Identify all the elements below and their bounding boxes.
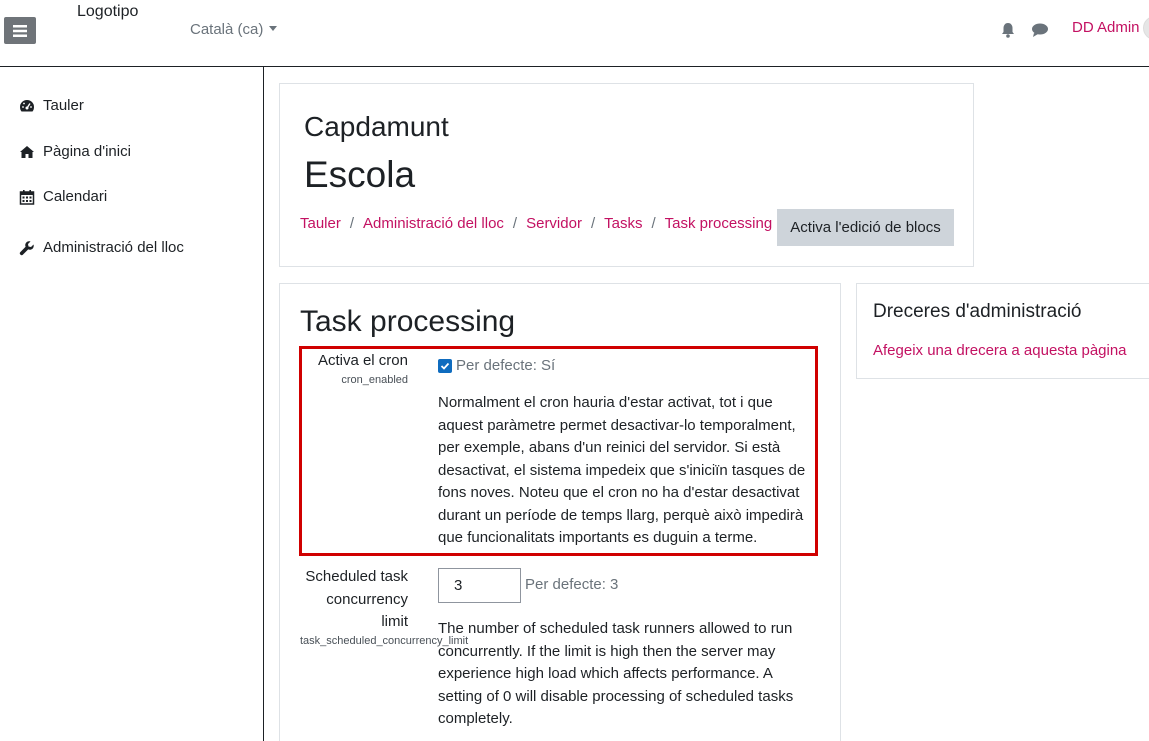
dashboard-icon [19, 99, 35, 111]
label-line: concurrency [326, 590, 408, 608]
page-header: Capdamunt Escola Tauler / Administració … [279, 83, 974, 267]
sidebar-item-calendar[interactable]: Calendari [19, 188, 107, 205]
drawer-toggle-button[interactable] [4, 17, 36, 44]
breadcrumb-separator: / [651, 215, 656, 232]
sidebar-item-tauler[interactable]: Tauler [19, 97, 84, 114]
description-line: Normalment el cron hauria d'estar activa… [438, 394, 773, 411]
label-line: Scheduled task [305, 568, 408, 585]
breadcrumb-item-task-processing[interactable]: Task processing [665, 215, 773, 232]
description-line: setting of 0 will disable processing of … [438, 687, 794, 705]
page-title: Task processing [300, 305, 516, 338]
sidebar-item-home[interactable]: Pàgina d'inici [19, 143, 131, 160]
breadcrumb-separator: / [349, 215, 355, 232]
add-shortcut-link[interactable]: Afegeix una drecera a aquesta pàgina [873, 342, 1127, 359]
description-line: aquest paràmetre permet desactivar-lo te… [438, 416, 796, 434]
concurrency-limit-input[interactable] [438, 568, 521, 603]
sidebar-item-label: Tauler [43, 97, 84, 114]
sidebar-item-label: Calendari [43, 188, 108, 205]
site-full-name: Escola [304, 154, 416, 195]
wrench-icon [19, 240, 34, 255]
description-line: completely. [438, 710, 513, 727]
edit-blocks-button[interactable]: Activa l'edició de blocs [777, 209, 954, 246]
breadcrumb: Tauler / Administració del lloc / Servid… [300, 215, 772, 232]
breadcrumb-item-tasks[interactable]: Tasks [604, 215, 642, 232]
cron-enabled-description: Normalment el cron hauria d'estar activa… [438, 392, 818, 550]
description-line: durant un període de temps llarg, perquè… [438, 506, 804, 524]
breadcrumb-item-site-admin[interactable]: Administració del lloc [363, 215, 504, 232]
breadcrumb-separator: / [512, 215, 518, 232]
site-short-name: Capdamunt [304, 111, 449, 142]
checkmark-icon [440, 362, 450, 370]
site-logo[interactable]: Logotipo [77, 3, 138, 21]
language-menu[interactable]: Català (ca) [190, 21, 278, 38]
cron-enabled-key: cron_enabled [341, 374, 408, 386]
cron-enabled-label: Activa el cron [317, 352, 408, 369]
user-menu[interactable]: DD Admin [1072, 19, 1140, 36]
concurrency-limit-description: The number of scheduled task runners all… [438, 618, 818, 731]
hamburger-icon [13, 24, 27, 37]
avatar[interactable] [1143, 16, 1149, 40]
admin-shortcuts-block: Dreceres d'administració Afegeix una dre… [856, 283, 1149, 379]
block-title: Dreceres d'administració [873, 301, 1082, 322]
nav-drawer: Tauler Pàgina d'inici Calendari Administ… [0, 67, 264, 741]
cron-enabled-default: Per defecte: Sí [456, 357, 556, 374]
bell-icon[interactable] [1000, 22, 1016, 38]
description-line: experience high load which affects perfo… [438, 665, 773, 682]
description-line: desactivat, el sistema impedeix que s'in… [438, 461, 806, 479]
sidebar-item-label: Administració del lloc [43, 239, 184, 256]
breadcrumb-item-server[interactable]: Servidor [526, 215, 582, 232]
description-line: The number of scheduled task runners all… [438, 620, 793, 637]
sidebar-item-label: Pàgina d'inici [43, 143, 131, 160]
breadcrumb-separator: / [590, 215, 596, 232]
description-line: que funcionalitats importants es duguin … [438, 529, 758, 546]
home-icon [20, 145, 34, 158]
label-line: limit [381, 613, 408, 630]
sidebar-item-site-admin[interactable]: Administració del lloc [19, 239, 184, 256]
breadcrumb-item-tauler[interactable]: Tauler [300, 215, 341, 232]
concurrency-limit-default: Per defecte: 3 [525, 576, 619, 593]
description-line: fons noves. Noteu que el cron no ha d'es… [438, 484, 800, 501]
caret-down-icon [269, 26, 278, 31]
description-line: concurrently. If the limit is high then … [438, 642, 776, 660]
top-navbar: Logotipo Català (ca) DD Admin [0, 0, 1149, 67]
main-region: Task processing Activa el cron cron_enab… [279, 283, 841, 741]
chat-bubble-icon[interactable] [1031, 22, 1049, 38]
cron-enabled-checkbox[interactable] [438, 359, 452, 373]
description-line: per exemple, abans d'un reinici del serv… [438, 439, 781, 456]
concurrency-limit-label: Scheduled task concurrency limit [300, 566, 408, 634]
language-label: Català (ca) [190, 21, 264, 38]
calendar-icon [19, 189, 35, 205]
